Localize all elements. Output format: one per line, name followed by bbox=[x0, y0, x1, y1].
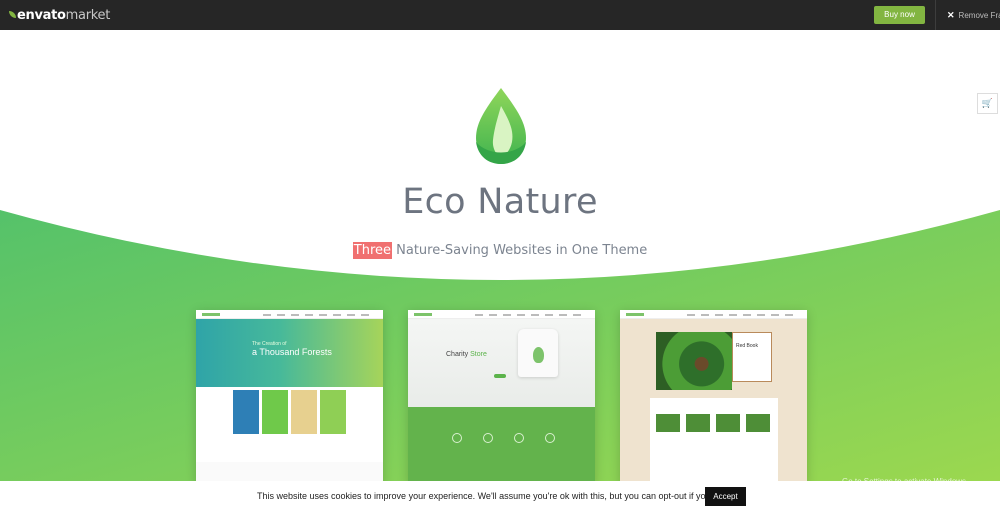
content-area bbox=[650, 398, 778, 485]
envato-leaf-icon bbox=[9, 11, 16, 18]
accept-cookies-button[interactable]: Accept bbox=[705, 487, 746, 506]
tshirt-image bbox=[518, 329, 558, 377]
page-title: Eco Nature bbox=[402, 182, 598, 222]
thumbnail bbox=[746, 414, 770, 432]
envato-topbar: envatomarket Buy now ✕Remove Frame bbox=[0, 0, 1000, 30]
red-book-panel: Red Book bbox=[732, 332, 772, 382]
buy-now-button[interactable]: Buy now bbox=[874, 6, 925, 24]
close-icon: ✕ bbox=[947, 10, 955, 20]
cookie-bar: This website uses cookies to improve you… bbox=[0, 481, 1000, 511]
demo-preview-charity-store[interactable]: Charity Store bbox=[408, 310, 595, 485]
mini-nav bbox=[620, 310, 807, 319]
circle-icon bbox=[545, 433, 555, 443]
remove-frame-button[interactable]: ✕Remove Frame bbox=[947, 10, 1000, 21]
forest-banner: The Creation of a Thousand Forests bbox=[196, 319, 383, 387]
subtitle-highlight: Three bbox=[352, 242, 393, 259]
green-section bbox=[408, 407, 595, 485]
mini-nav bbox=[408, 310, 595, 319]
mini-button bbox=[494, 374, 506, 378]
cookie-message: This website uses cookies to improve you… bbox=[257, 491, 731, 501]
page-subtitle: Three Nature-Saving Websites in One Them… bbox=[352, 242, 648, 259]
demo-preview-forests[interactable]: The Creation of a Thousand Forests bbox=[196, 310, 383, 485]
bird-photo bbox=[656, 332, 732, 390]
preview-tile bbox=[233, 390, 259, 434]
envato-market-logo[interactable]: envatomarket bbox=[9, 8, 110, 23]
eco-nature-drop-logo bbox=[476, 88, 526, 164]
circle-icon bbox=[483, 433, 493, 443]
charity-banner: Charity Store bbox=[408, 319, 595, 407]
circle-icon bbox=[514, 433, 524, 443]
topbar-divider bbox=[935, 0, 936, 30]
thumbnail bbox=[656, 414, 680, 432]
mini-nav bbox=[196, 310, 383, 319]
preview-tile bbox=[262, 390, 288, 434]
demo-preview-red-book[interactable]: Red Book bbox=[620, 310, 807, 485]
circle-icon bbox=[452, 433, 462, 443]
thumbnail bbox=[716, 414, 740, 432]
preview-tile bbox=[291, 390, 317, 434]
thumbnail bbox=[686, 414, 710, 432]
preview-tile bbox=[320, 390, 346, 434]
cart-icon[interactable]: 🛒 bbox=[977, 93, 998, 114]
